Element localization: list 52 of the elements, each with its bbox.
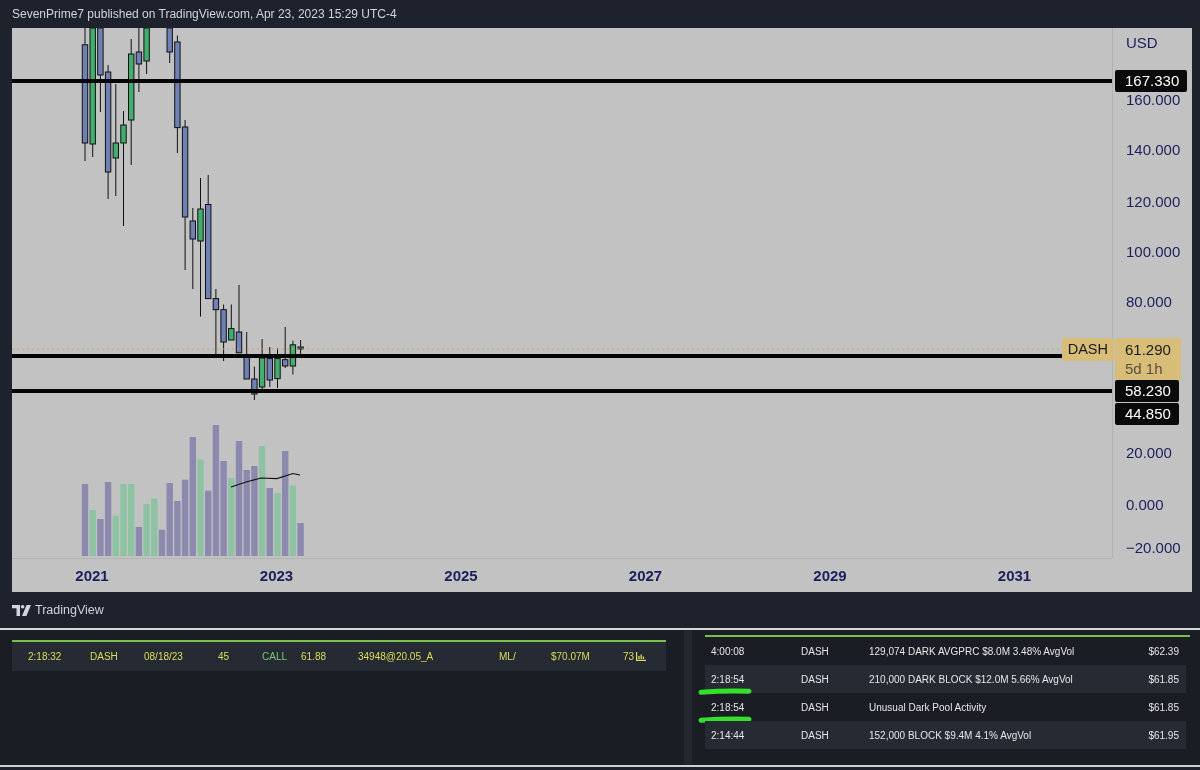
table-cell: $61.85 — [1148, 673, 1179, 685]
time-tick-label: 2021 — [75, 567, 109, 584]
table-cell-text: 4:00:08 — [711, 645, 746, 657]
currency-label: USD — [1126, 34, 1158, 52]
table-cell-text: $70.07M — [551, 651, 591, 662]
table-cell-text: 61.88 — [301, 651, 328, 662]
table-cell-text: 152,000 BLOCK $9.4M 4.1% AvgVol — [869, 729, 1033, 741]
price-tick-label: 80.000 — [1126, 293, 1172, 311]
logo-icon — [12, 604, 31, 616]
table-cell: $61.95 — [1148, 729, 1179, 741]
publish-caption: SevenPrime7 published on TradingView.com, Apr 23, 2023 15:29 UTC-4 — [12, 7, 397, 21]
price-label: 58.230 — [1115, 380, 1179, 402]
table-cell-text: DASH — [90, 651, 119, 662]
table-cell-text: DASH — [801, 701, 830, 713]
price-tick-label: 100.000 — [1126, 242, 1181, 261]
price-tick-label: 120.000 — [1126, 192, 1181, 211]
table-cell-text: DASH — [801, 673, 830, 685]
table-cell-text: 2:14:44 — [711, 729, 746, 741]
table-cell-text: CALL — [262, 651, 288, 662]
price-label: 167.330 — [1115, 70, 1188, 92]
volume-average-line — [230, 472, 301, 488]
table-cell-text: ML/ — [499, 651, 517, 662]
countdown-text: 5d 1h — [1125, 359, 1163, 378]
time-tick-label: 2029 — [813, 567, 847, 584]
time-tick-label: 2025 — [444, 567, 478, 584]
table-cell-text: 2:18:32 — [28, 651, 63, 662]
table-cell: $62.39 — [1148, 645, 1179, 657]
brand-name: TradingView — [35, 603, 104, 617]
table-cell: $61.85 — [1148, 701, 1179, 713]
time-tick-label: 2023 — [259, 567, 294, 584]
table-cell-text: DASH — [801, 729, 830, 741]
symbol-label: DASH — [1061, 338, 1114, 361]
time-tick-label: 2027 — [628, 567, 663, 584]
table-cell-text: 34948@20.05_A — [358, 651, 435, 662]
time-tick-label: 2031 — [997, 567, 1032, 584]
price-tick-label: 20.000 — [1126, 444, 1172, 462]
table-cell-text: 45 — [218, 651, 231, 662]
table-cell-text: 08/18/23 — [144, 651, 184, 662]
price-tick-label: 140.000 — [1126, 141, 1181, 159]
price-tick-label: −20.000 — [1126, 539, 1181, 557]
bar-chart-icon — [636, 652, 647, 661]
table-cell-text: 2:18:54 — [711, 701, 746, 713]
table-cell: 73 — [623, 651, 635, 662]
price-tick-label: 0.000 — [1126, 495, 1164, 514]
table-cell-text: DASH — [801, 645, 830, 657]
table-cell-text: 2:18:54 — [711, 673, 746, 685]
table-cell-text: 210,000 DARK BLOCK $12.0M 5.66% AvgVol — [869, 673, 1074, 685]
table-cell-text: Unusual Dark Pool Activity — [869, 701, 988, 713]
last-price: 61.290 — [1125, 340, 1171, 359]
table-cell-text: 129,074 DARK AVGPRC $8.0M 3.48% AvgVol — [869, 645, 1076, 657]
price-label: 44.850 — [1115, 403, 1179, 425]
price-tick-label: 160.000 — [1126, 91, 1181, 109]
